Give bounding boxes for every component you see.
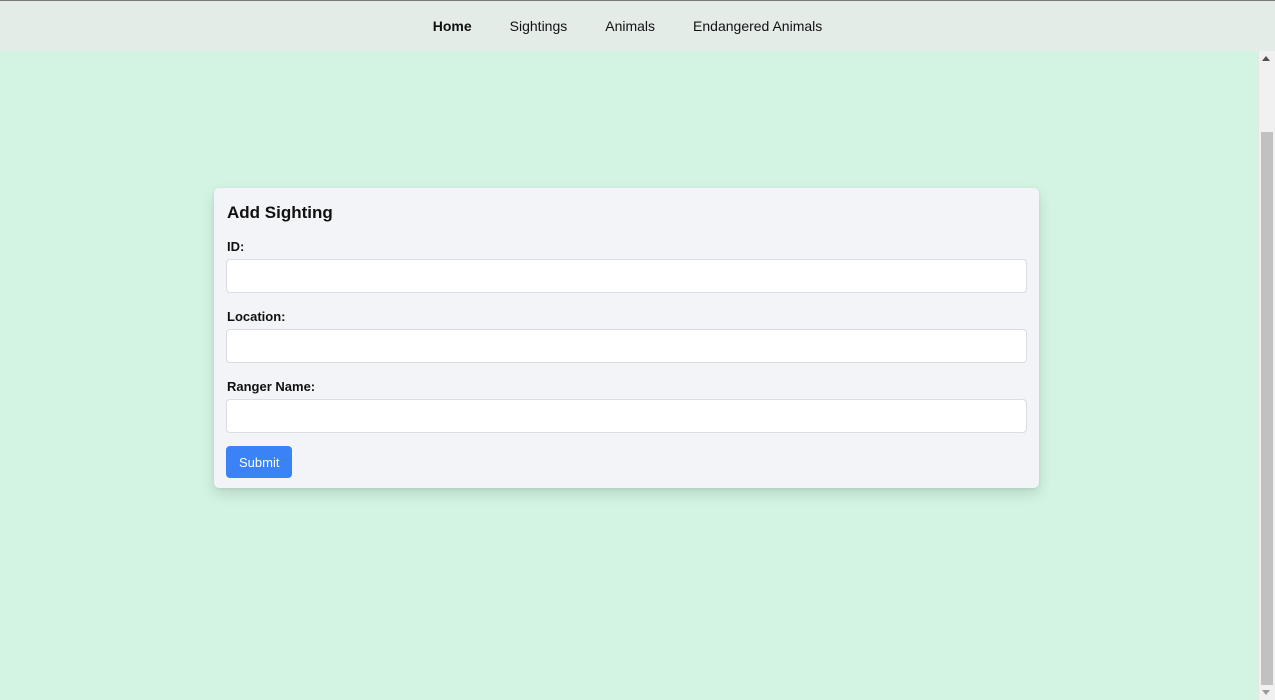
ranger-name-input[interactable]	[226, 399, 1027, 433]
scroll-down-arrow-icon[interactable]	[1262, 690, 1270, 695]
location-label: Location:	[227, 309, 286, 324]
form-title: Add Sighting	[227, 203, 333, 222]
scroll-thumb[interactable]	[1261, 132, 1273, 685]
submit-button[interactable]: Submit	[226, 446, 293, 478]
scroll-up-arrow-icon[interactable]	[1262, 56, 1270, 61]
id-label: ID:	[227, 239, 245, 254]
location-input[interactable]	[226, 329, 1027, 363]
nav-item-home[interactable]: Home	[433, 18, 472, 34]
nav-item-endangered-animals[interactable]: Endangered Animals	[693, 18, 822, 34]
add-sighting-form: Add Sighting ID: Location: Ranger Name: …	[214, 188, 1039, 488]
nav-item-animals[interactable]: Animals	[605, 18, 655, 34]
id-input[interactable]	[226, 259, 1027, 293]
top-nav: Home Sightings Animals Endangered Animal…	[0, 0, 1275, 51]
vertical-scrollbar[interactable]	[1258, 51, 1275, 700]
ranger-name-label: Ranger Name:	[227, 379, 316, 394]
nav-item-sightings[interactable]: Sightings	[510, 18, 568, 34]
